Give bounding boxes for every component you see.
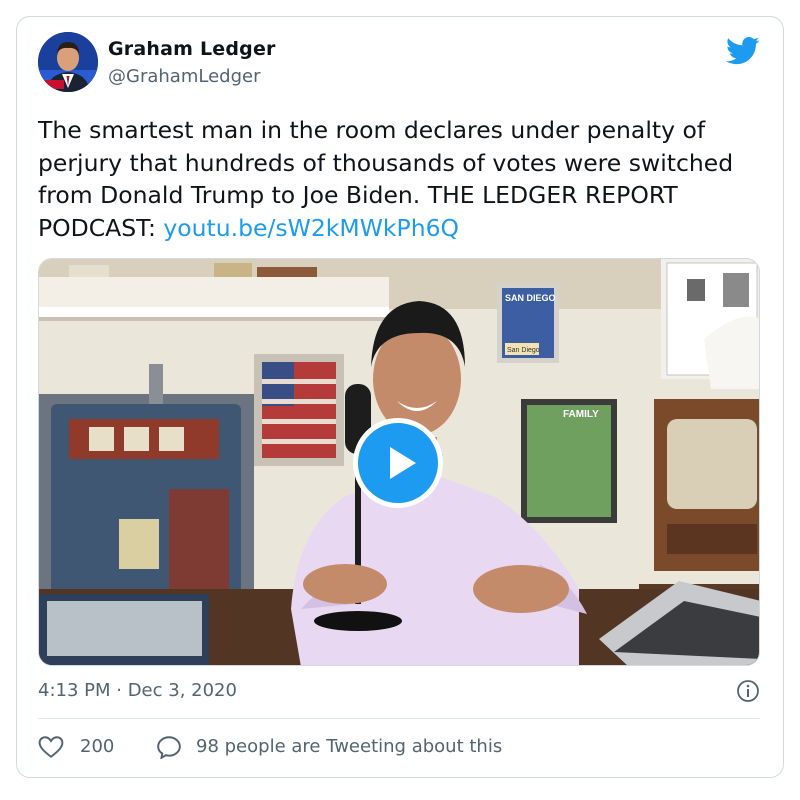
avatar-image	[38, 32, 98, 92]
frame-caption: FAMILY	[563, 409, 599, 420]
poster-caption: SAN DIEGO	[505, 293, 556, 303]
tweet-link[interactable]: youtu.be/sW2kMWkPh6Q	[163, 214, 459, 242]
play-button[interactable]	[353, 418, 443, 508]
user-handle[interactable]: @GrahamLedger	[108, 66, 260, 87]
heart-icon[interactable]	[38, 735, 64, 759]
play-icon	[390, 447, 416, 479]
info-icon[interactable]	[736, 679, 760, 703]
poster-footer: San Diego	[507, 347, 540, 354]
tweet-text: The smartest man in the room declares un…	[38, 114, 768, 244]
twitter-bird-icon[interactable]	[726, 36, 760, 66]
like-count[interactable]: 200	[80, 736, 114, 757]
tweeting-about-link[interactable]: 98 people are Tweeting about this	[196, 736, 502, 757]
tweet-timestamp[interactable]: 4:13 PM · Dec 3, 2020	[38, 680, 237, 701]
reply-bubble-icon[interactable]	[156, 735, 182, 759]
divider	[38, 718, 760, 719]
avatar[interactable]	[38, 32, 98, 92]
display-name[interactable]: Graham Ledger	[108, 38, 276, 60]
